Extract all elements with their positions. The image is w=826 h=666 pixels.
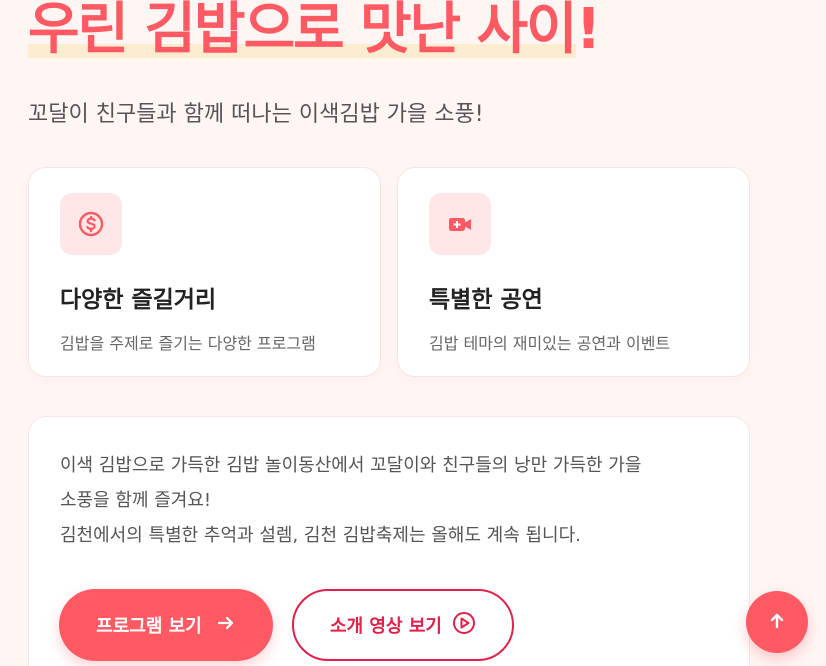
scroll-to-top-button[interactable] xyxy=(746,591,808,653)
hero-headline: 우린 김밥으로 맛난 사이! xyxy=(28,0,601,62)
arrow-right-icon xyxy=(216,613,236,638)
feature-title: 특별한 공연 xyxy=(429,287,543,313)
feature-title: 다양한 즐길거리 xyxy=(60,287,217,313)
feature-description: 김밥 테마의 재미있는 공연과 이벤트 xyxy=(429,334,671,353)
intro-video-label: 소개 영상 보기 xyxy=(330,616,442,637)
play-circle-icon xyxy=(452,611,476,640)
intro-video-button[interactable]: 소개 영상 보기 xyxy=(292,589,514,661)
feature-description: 김밥을 주제로 즐기는 다양한 프로그램 xyxy=(60,334,316,353)
info-line: 소풍을 함께 즐겨요! xyxy=(60,490,212,511)
info-line: 이색 김밥으로 가득한 김밥 놀이동산에서 꼬달이와 친구들의 낭만 가득한 가… xyxy=(60,455,642,476)
feature-card-activities: 다양한 즐길거리 김밥을 주제로 즐기는 다양한 프로그램 xyxy=(28,167,381,377)
feature-card-performance: 특별한 공연 김밥 테마의 재미있는 공연과 이벤트 xyxy=(397,167,750,377)
program-view-button[interactable]: 프로그램 보기 xyxy=(59,589,273,661)
hero-subtitle: 꼬달이 친구들과 함께 떠나는 이색김밥 가을 소풍! xyxy=(28,102,484,127)
program-view-label: 프로그램 보기 xyxy=(96,616,202,637)
video-camera-icon xyxy=(429,193,491,255)
dollar-coin-icon xyxy=(60,193,122,255)
info-line: 김천에서의 특별한 추억과 설렘, 김천 김밥축제는 올해도 계속 됩니다. xyxy=(60,525,581,546)
arrow-up-icon xyxy=(767,611,787,634)
